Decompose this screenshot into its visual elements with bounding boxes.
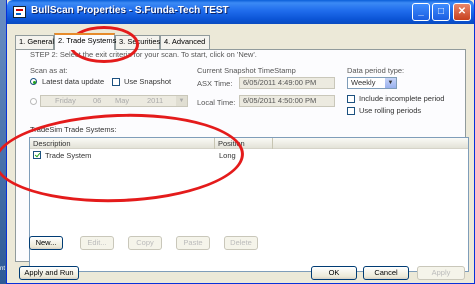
app-icon <box>13 6 26 18</box>
row-position: Long <box>219 151 236 160</box>
include-incomplete-checkbox[interactable] <box>347 95 355 103</box>
scan-date-picker[interactable]: Friday 06 May 2011 ▼ <box>40 95 188 107</box>
local-time-field: 6/05/2011 4:50:00 PM <box>239 95 335 107</box>
row-description: Trade System <box>45 151 92 160</box>
window-title: BullScan Properties - S.Funda-Tech TEST <box>31 5 229 16</box>
snapshot-heading: Current Snapshot TimeStamp <box>197 66 296 75</box>
data-period-label: Data period type: <box>347 66 405 75</box>
data-period-select[interactable]: Weekly ▼ <box>347 77 397 89</box>
step-instructions: STEP 2: Select the exit criteria for you… <box>30 50 257 59</box>
column-position[interactable]: Position <box>215 138 273 149</box>
asx-time-label: ASX Time: <box>197 79 233 88</box>
latest-data-radio[interactable] <box>30 78 37 85</box>
new-button[interactable]: New... <box>29 236 63 250</box>
column-description[interactable]: Description <box>30 138 215 149</box>
paste-button[interactable]: Paste <box>176 236 210 250</box>
ok-button[interactable]: OK <box>311 266 357 280</box>
trade-systems-table[interactable]: Description Position Trade System Long <box>29 137 469 272</box>
table-row[interactable]: Trade System Long <box>30 150 468 161</box>
latest-data-label: Latest data update <box>42 77 105 86</box>
cancel-button[interactable]: Cancel <box>363 266 409 280</box>
tab-advanced[interactable]: 4. Advanced <box>160 35 210 49</box>
maximize-button[interactable]: □ <box>432 3 450 21</box>
date-month: May <box>115 96 130 105</box>
delete-button[interactable]: Delete <box>224 236 258 250</box>
local-time-label: Local Time: <box>197 98 236 107</box>
scan-as-at-label: Scan as at: <box>30 66 68 75</box>
calendar-dropdown-icon[interactable]: ▼ <box>176 96 187 106</box>
desktop-text: nt <box>0 266 6 272</box>
properties-window: BullScan Properties - S.Funda-Tech TEST … <box>6 0 475 284</box>
row-enabled-checkbox[interactable] <box>33 151 41 159</box>
date-date: 06 <box>93 96 102 105</box>
tab-general[interactable]: 1. General <box>15 35 54 49</box>
use-snapshot-label: Use Snapshot <box>124 77 172 86</box>
specific-date-radio[interactable] <box>30 98 37 105</box>
tab-trade-systems[interactable]: 2. Trade Systems <box>54 33 116 50</box>
tab-securities[interactable]: 3. Securities <box>115 35 160 49</box>
use-snapshot-checkbox[interactable] <box>112 78 120 86</box>
tradesim-label: TradeSim Trade Systems: <box>30 125 117 134</box>
data-period-value: Weekly <box>351 78 376 87</box>
include-incomplete-label: Include incomplete period <box>359 94 445 103</box>
apply-button[interactable]: Apply <box>417 266 465 280</box>
close-button[interactable]: ✕ <box>453 3 471 21</box>
rolling-periods-label: Use rolling periods <box>359 106 422 115</box>
date-year: 2011 <box>147 96 164 105</box>
title-bar[interactable]: BullScan Properties - S.Funda-Tech TEST … <box>7 0 474 24</box>
copy-button[interactable]: Copy <box>128 236 162 250</box>
trade-systems-panel: STEP 2: Select the exit criteria for you… <box>15 49 469 272</box>
table-header: Description Position <box>30 138 468 149</box>
edit-button[interactable]: Edit... <box>80 236 114 250</box>
rolling-periods-checkbox[interactable] <box>347 107 355 115</box>
chevron-down-icon[interactable]: ▼ <box>385 78 396 88</box>
minimize-button[interactable]: _ <box>412 3 430 21</box>
asx-time-field: 6/05/2011 4:49:00 PM <box>239 77 335 89</box>
apply-and-run-button[interactable]: Apply and Run <box>19 266 79 280</box>
date-day: Friday <box>55 96 76 105</box>
